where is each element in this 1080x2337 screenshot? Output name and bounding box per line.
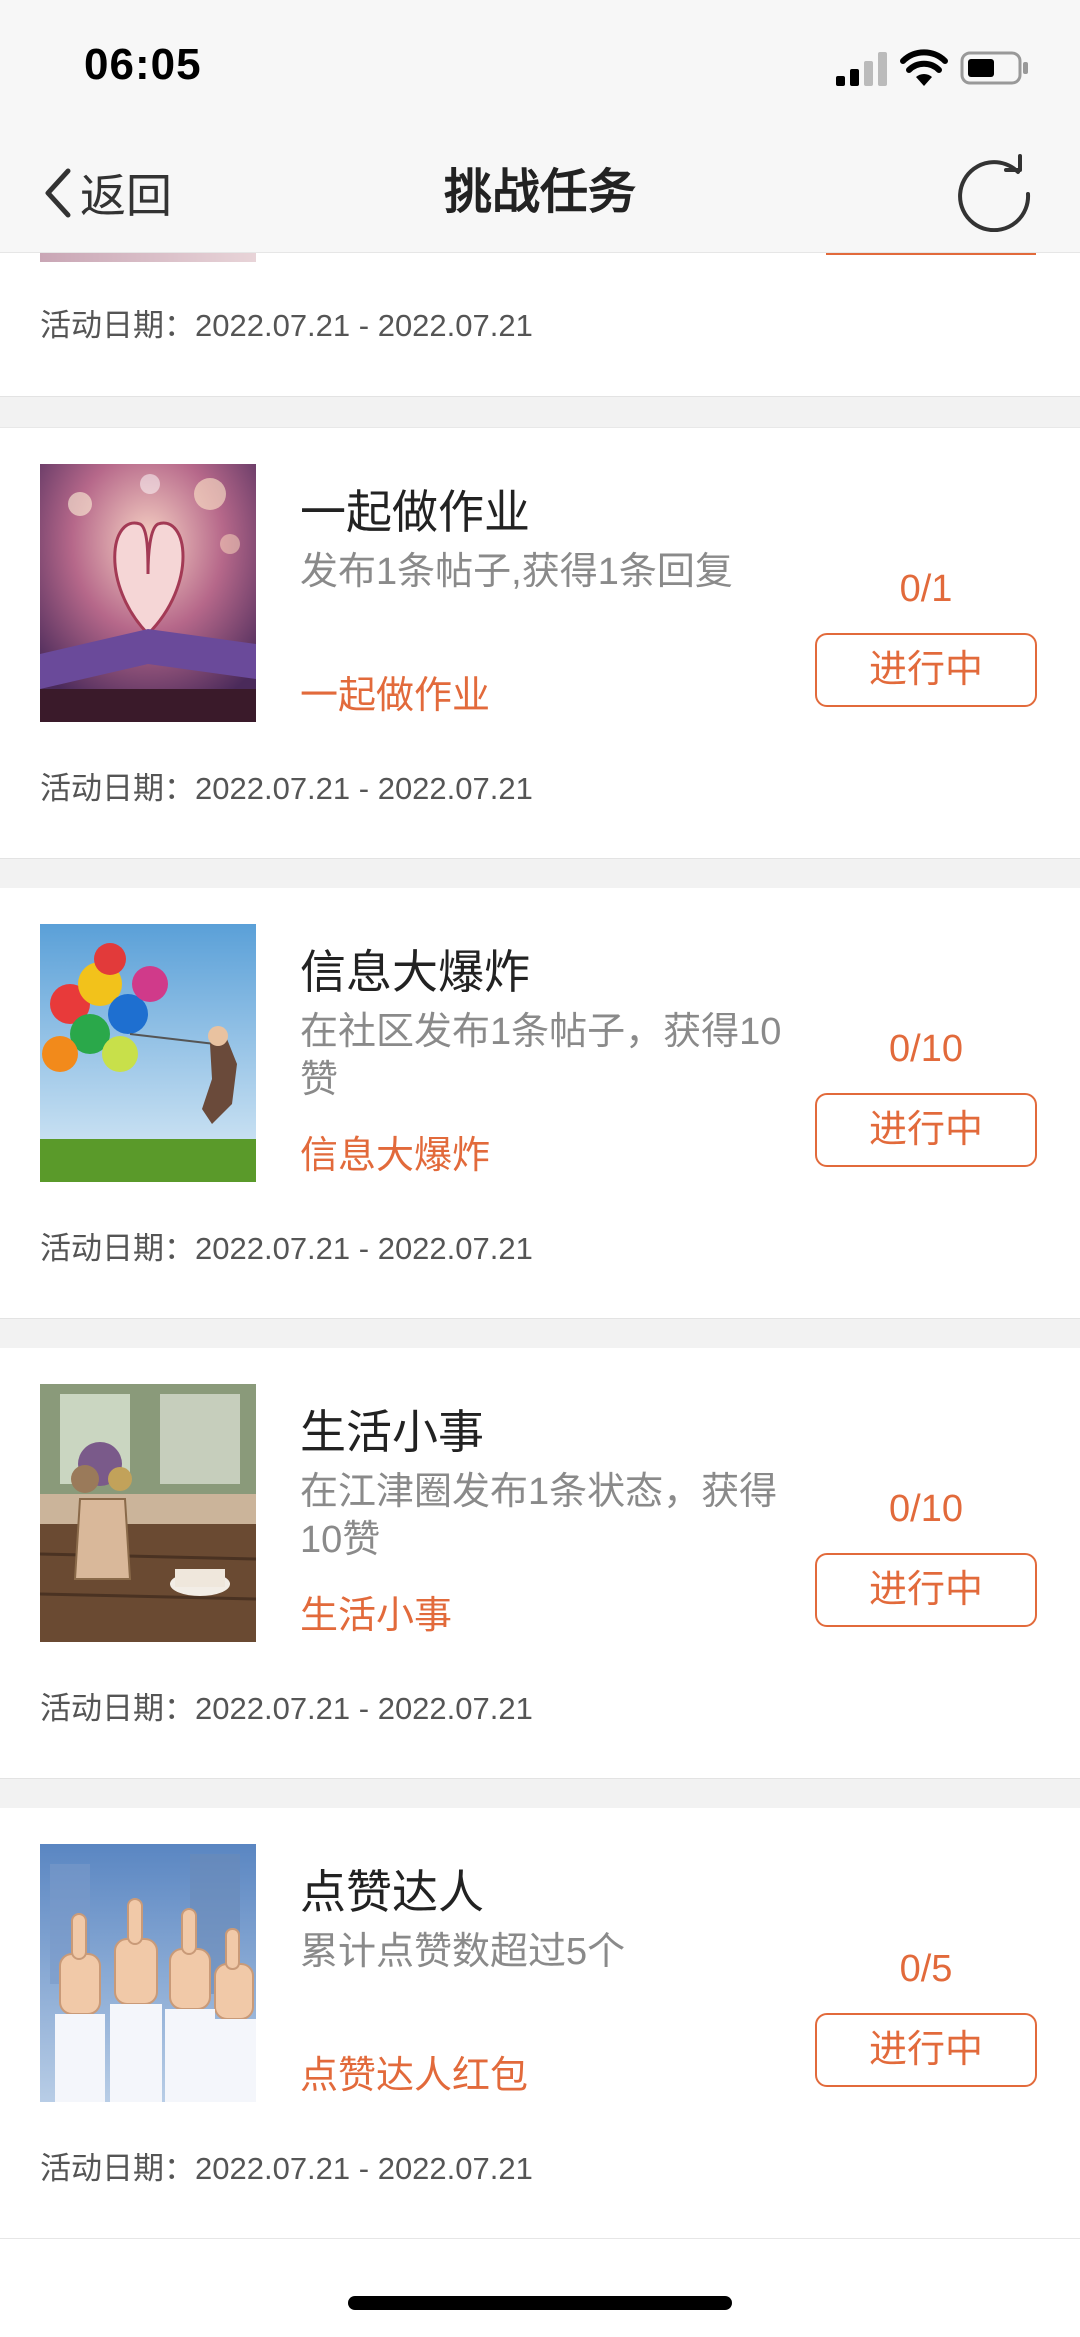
task-title: 生活小事 xyxy=(300,1406,484,1458)
thumbs-up-image xyxy=(40,1844,256,2102)
activity-date: 活动日期：2022.07.21 - 2022.07.21 xyxy=(40,1231,533,1266)
battery-icon xyxy=(960,51,1028,85)
task-card[interactable]: 点赞达人 累计点赞数超过5个 点赞达人红包 0/5 进行中 活动日期：2022.… xyxy=(0,1808,1080,2238)
activity-date: 活动日期：2022.07.21 - 2022.07.21 xyxy=(40,1691,533,1726)
task-title: 点赞达人 xyxy=(300,1866,484,1918)
task-reward: 点赞达人红包 xyxy=(300,2055,529,2097)
status-button[interactable]: 进行中 xyxy=(815,633,1037,707)
cellular-signal-icon xyxy=(836,52,887,86)
refresh-icon[interactable] xyxy=(952,148,1036,232)
wifi-icon xyxy=(900,49,948,86)
task-card[interactable]: 一起做作业 发布1条帖子,获得1条回复 一起做作业 0/1 进行中 活动日期：2… xyxy=(0,428,1080,858)
task-card[interactable]: 信息大爆炸 在社区发布1条帖子，获得10赞 信息大爆炸 0/10 进行中 活动日… xyxy=(0,888,1080,1318)
task-progress: 0/1 xyxy=(899,568,953,610)
card-separator xyxy=(0,1778,1080,1810)
activity-date: 活动日期：2022.07.21 - 2022.07.21 xyxy=(40,2151,533,2186)
card-separator xyxy=(0,396,1080,428)
task-title: 一起做作业 xyxy=(300,486,530,538)
home-indicator xyxy=(348,2296,732,2310)
status-button[interactable]: 进行中 xyxy=(815,1553,1037,1627)
status-time: 06:05 xyxy=(84,40,202,89)
card-separator xyxy=(0,1318,1080,1350)
task-description: 累计点赞数超过5个 xyxy=(300,1931,626,1973)
task-reward: 生活小事 xyxy=(300,1595,453,1637)
book-heart-image xyxy=(40,464,256,722)
status-button[interactable]: 进行中 xyxy=(815,1093,1037,1167)
task-list[interactable]: 活动日期：2022.07.21 - 2022.07.21 一起做作业 发布1条帖… xyxy=(0,0,1080,2337)
navigation-header: 06:05 返回 挑战任务 xyxy=(0,0,1080,253)
page-title: 挑战任务 xyxy=(443,166,636,219)
task-title: 信息大爆炸 xyxy=(300,946,530,998)
flower-vase-image xyxy=(40,1384,256,1642)
balloons-image xyxy=(40,924,256,1182)
activity-date: 活动日期：2022.07.21 - 2022.07.21 xyxy=(40,308,533,343)
status-button[interactable]: 进行中 xyxy=(815,2013,1037,2087)
task-card-partial[interactable]: 活动日期：2022.07.21 - 2022.07.21 xyxy=(0,252,1080,396)
task-reward: 信息大爆炸 xyxy=(300,1135,491,1177)
task-progress: 0/5 xyxy=(899,1948,953,1990)
task-description: 发布1条帖子,获得1条回复 xyxy=(300,551,733,593)
card-separator xyxy=(0,2238,1080,2239)
task-reward: 一起做作业 xyxy=(300,675,491,717)
task-card[interactable]: 生活小事 在江津圈发布1条状态，获得10赞 生活小事 0/10 进行中 活动日期… xyxy=(0,1348,1080,1778)
task-progress: 0/10 xyxy=(889,1028,963,1070)
card-separator xyxy=(0,858,1080,890)
task-progress: 0/10 xyxy=(889,1488,963,1530)
task-image-partial xyxy=(40,252,256,262)
activity-date: 活动日期：2022.07.21 - 2022.07.21 xyxy=(40,771,533,806)
task-description: 在社区发布1条帖子，获得10赞 xyxy=(300,1011,782,1101)
task-description: 在江津圈发布1条状态，获得10赞 xyxy=(300,1471,778,1561)
